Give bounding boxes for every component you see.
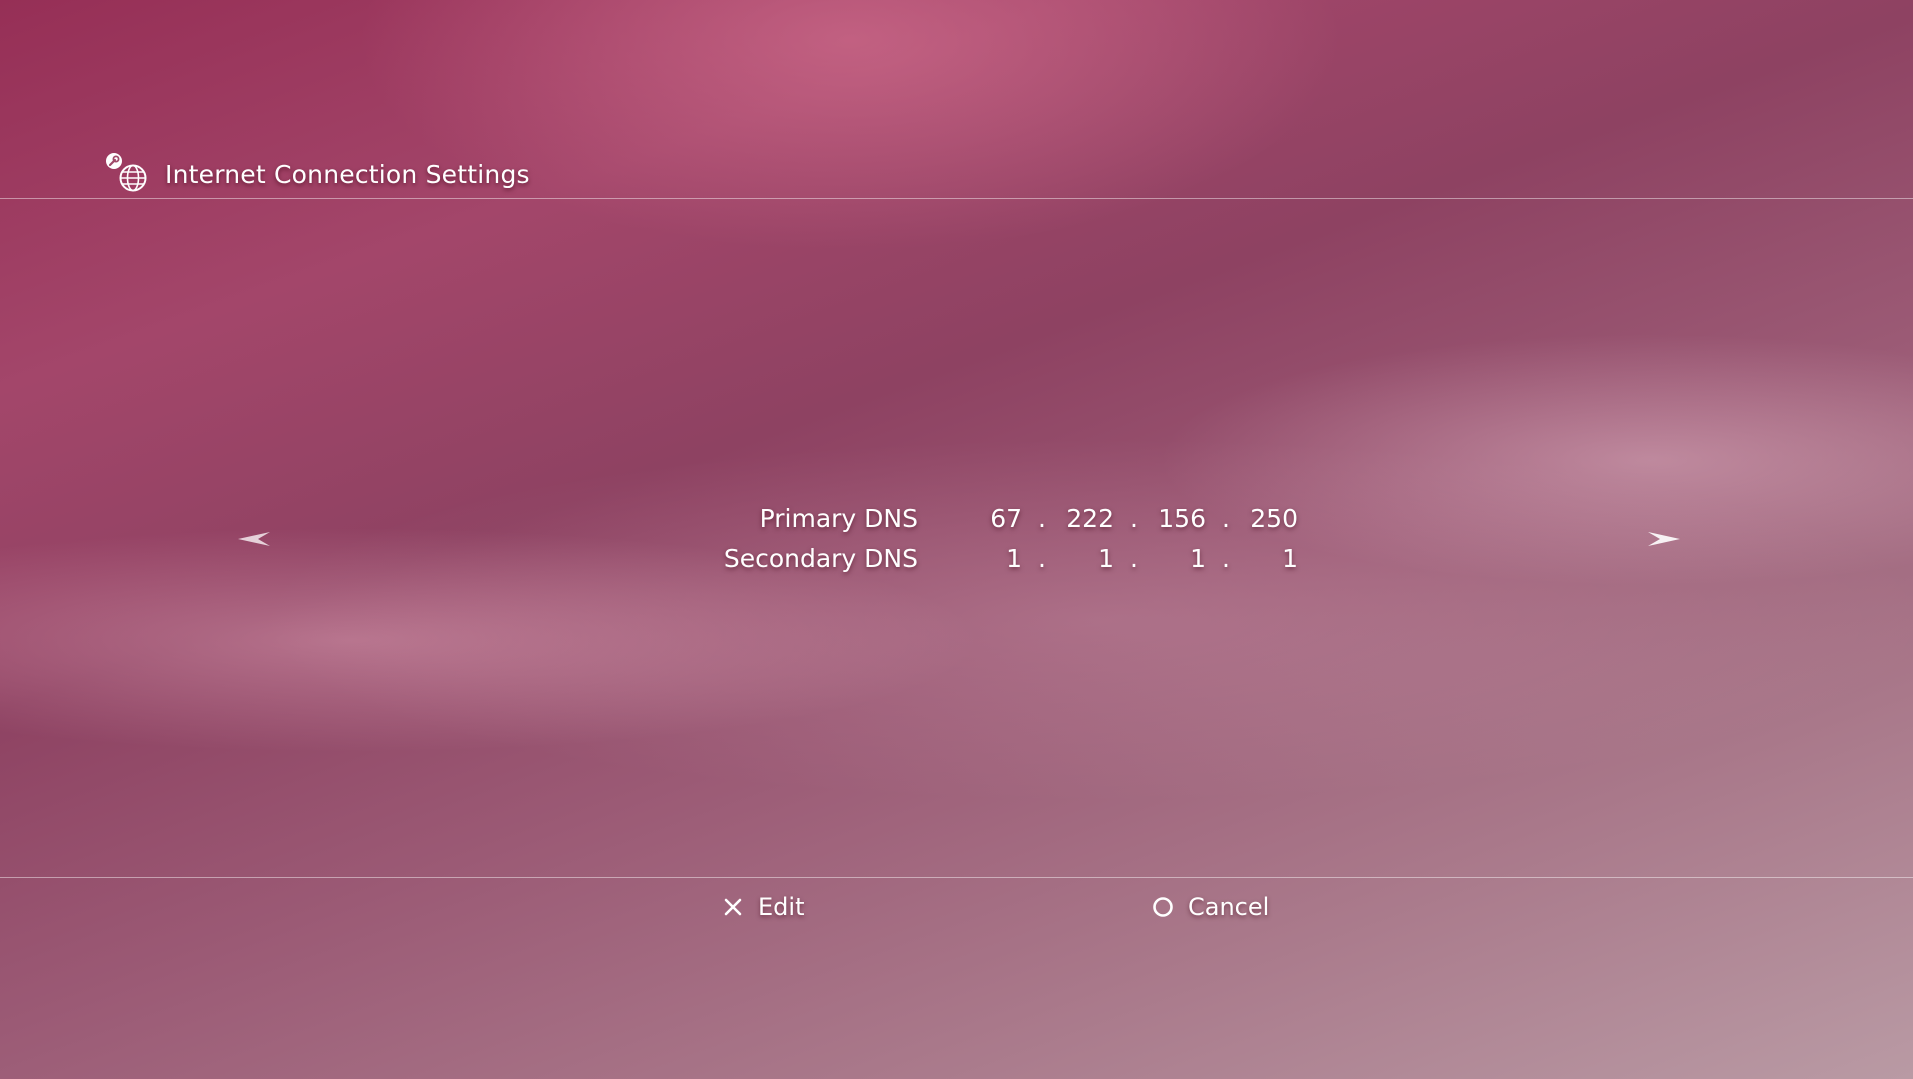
primary-dns-octet-2[interactable]: 222 bbox=[1050, 504, 1114, 533]
header: Internet Connection Settings bbox=[105, 152, 530, 196]
cancel-label: Cancel bbox=[1188, 893, 1270, 921]
secondary-dns-octet-1[interactable]: 1 bbox=[958, 544, 1022, 573]
dot-separator: . bbox=[1130, 544, 1138, 573]
arrow-left-icon[interactable] bbox=[236, 526, 272, 552]
dot-separator: . bbox=[1038, 504, 1046, 533]
dot-separator: . bbox=[1038, 544, 1046, 573]
globe-icon bbox=[119, 164, 147, 192]
cross-button-icon bbox=[724, 898, 742, 916]
edit-button[interactable]: Edit bbox=[722, 890, 804, 924]
primary-dns-row[interactable]: Primary DNS 67 . 222 . 156 . 250 bbox=[700, 500, 1300, 540]
dot-separator: . bbox=[1222, 544, 1230, 573]
settings-network-icon bbox=[105, 152, 149, 196]
dns-settings: Primary DNS 67 . 222 . 156 . 250 Seconda… bbox=[700, 500, 1300, 580]
primary-dns-label: Primary DNS bbox=[759, 504, 918, 533]
dot-separator: . bbox=[1130, 504, 1138, 533]
secondary-dns-octet-4[interactable]: 1 bbox=[1234, 544, 1298, 573]
primary-dns-octet-1[interactable]: 67 bbox=[958, 504, 1022, 533]
edit-label: Edit bbox=[758, 893, 805, 921]
dot-separator: . bbox=[1222, 504, 1230, 533]
circle-button-icon bbox=[1153, 897, 1173, 917]
secondary-dns-octet-3[interactable]: 1 bbox=[1142, 544, 1206, 573]
arrow-right-icon[interactable] bbox=[1646, 526, 1682, 552]
secondary-dns-row[interactable]: Secondary DNS 1 . 1 . 1 . 1 bbox=[700, 540, 1300, 580]
page-title: Internet Connection Settings bbox=[165, 159, 530, 189]
secondary-dns-octet-2[interactable]: 1 bbox=[1050, 544, 1114, 573]
primary-dns-octet-3[interactable]: 156 bbox=[1142, 504, 1206, 533]
primary-dns-octet-4[interactable]: 250 bbox=[1234, 504, 1298, 533]
header-divider bbox=[0, 198, 1913, 199]
secondary-dns-label: Secondary DNS bbox=[723, 544, 918, 573]
footer-divider bbox=[0, 877, 1913, 878]
cancel-button[interactable]: Cancel bbox=[1152, 890, 1269, 924]
